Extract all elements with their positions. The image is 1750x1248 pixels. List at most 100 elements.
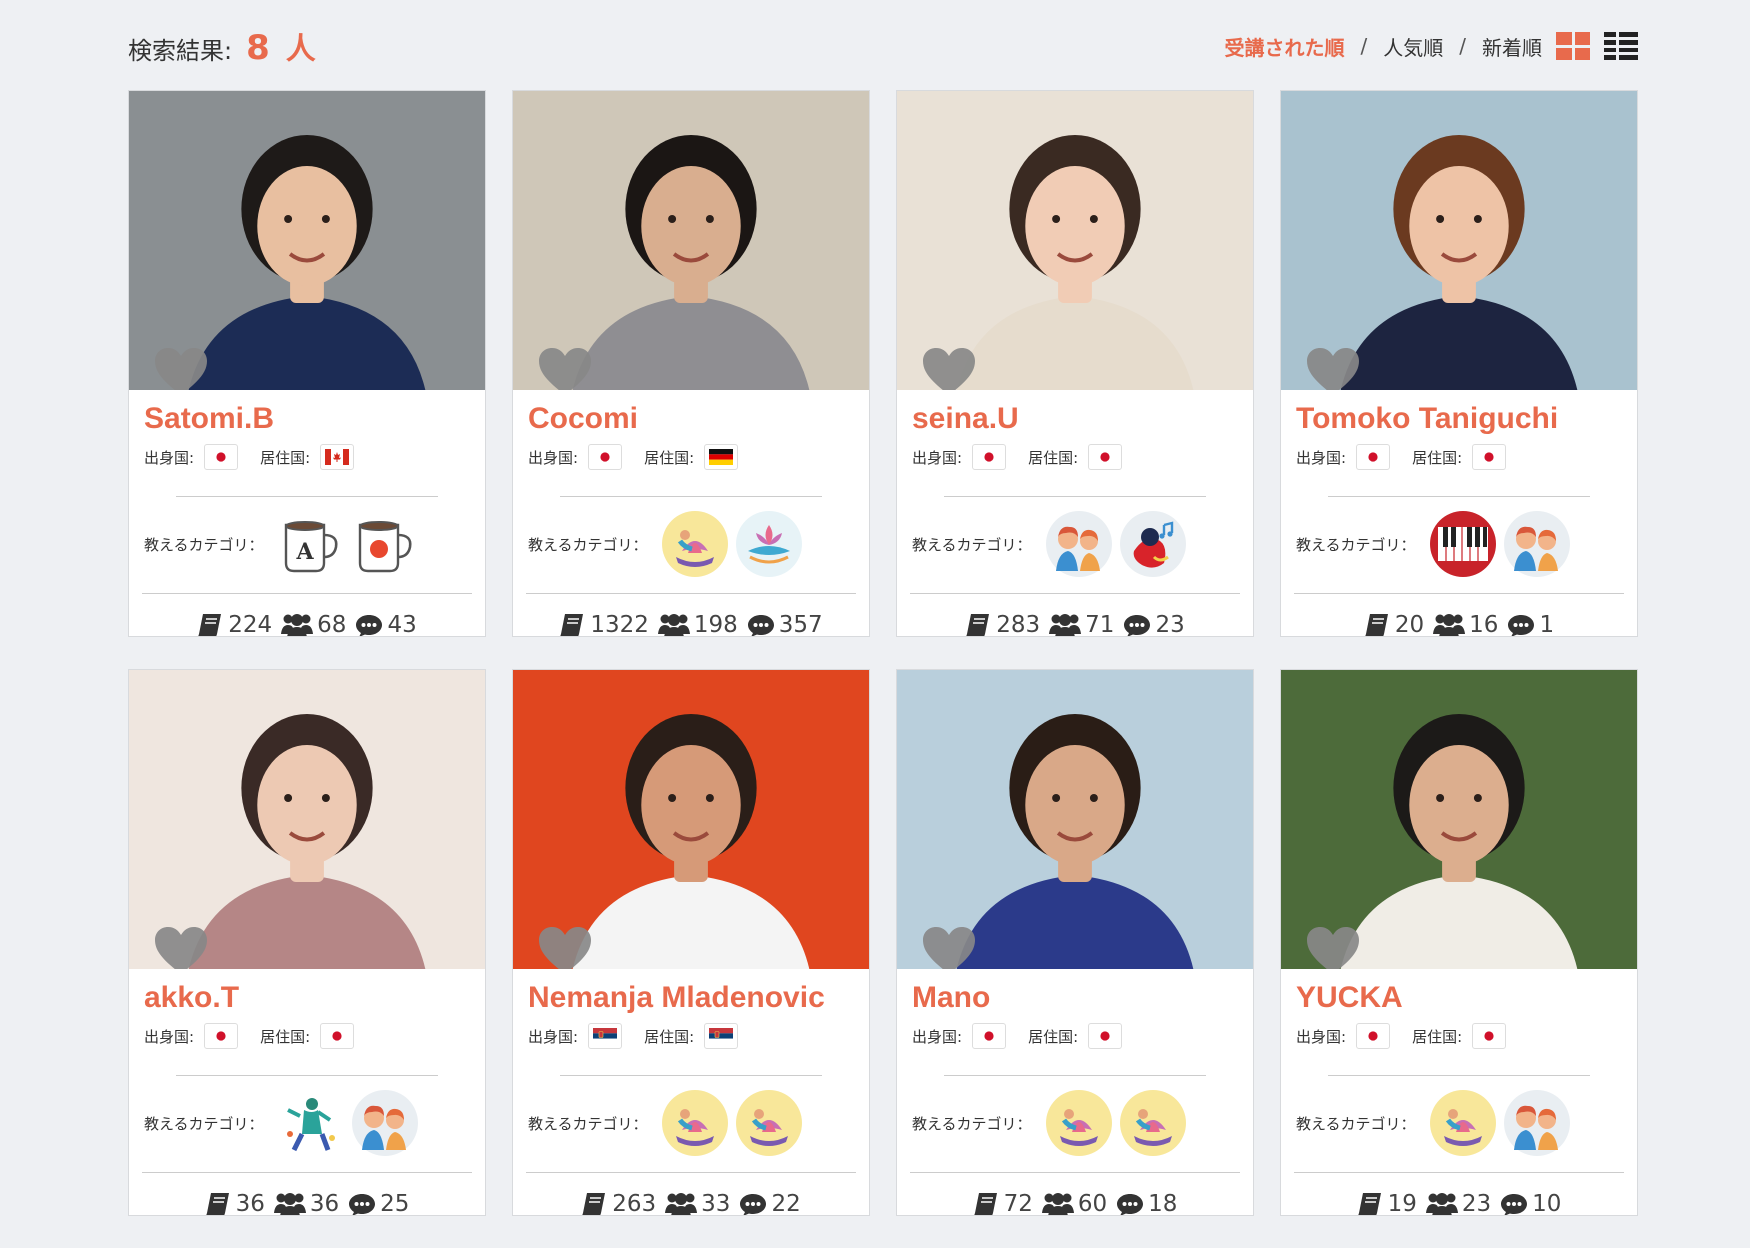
- residence-label: 居住国:: [1028, 448, 1079, 467]
- teacher-name[interactable]: Nemanja Mladenovic: [528, 979, 854, 1017]
- yoga-icon[interactable]: [661, 1090, 728, 1156]
- comment-icon: [747, 615, 774, 636]
- teacher-card[interactable]: Cocomi 出身国: 居住国: 教えるカテゴリ： 1322 198 357: [512, 90, 870, 637]
- origin-label: 出身国:: [1296, 1027, 1347, 1046]
- origin-label: 出身国:: [144, 1027, 195, 1046]
- kids-icon[interactable]: [351, 1090, 418, 1156]
- yoga-icon[interactable]: [1045, 1090, 1112, 1156]
- teacher-name[interactable]: Tomoko Taniguchi: [1296, 400, 1622, 438]
- favorite-heart-icon[interactable]: [1305, 926, 1361, 969]
- teacher-card[interactable]: Tomoko Taniguchi 出身国: 居住国: 教えるカテゴリ： 20 1…: [1280, 90, 1638, 637]
- yoga-icon[interactable]: [1119, 1090, 1186, 1156]
- category-label: 教えるカテゴリ：: [912, 535, 1032, 554]
- teacher-photo[interactable]: [513, 670, 869, 969]
- teacher-photo[interactable]: [513, 91, 869, 390]
- category-label: 教えるカテゴリ：: [144, 535, 264, 554]
- users-icon: [657, 614, 690, 636]
- teacher-name[interactable]: seina.U: [912, 400, 1238, 438]
- teacher-name[interactable]: Cocomi: [528, 400, 854, 438]
- teacher-photo[interactable]: [1281, 91, 1637, 390]
- lessons-count: 224: [228, 612, 273, 637]
- english-cup-icon[interactable]: A: [277, 511, 344, 577]
- country-row: 出身国: 居住国:: [144, 1021, 470, 1051]
- residence-label: 居住国:: [1028, 1027, 1079, 1046]
- book-icon: [205, 1193, 229, 1215]
- kids-icon[interactable]: [1503, 511, 1570, 577]
- piano-icon[interactable]: [1429, 511, 1496, 577]
- residence-label: 居住国:: [260, 1027, 311, 1046]
- sort-popular[interactable]: 人気順: [1383, 32, 1443, 61]
- yoga-icon[interactable]: [1429, 1090, 1496, 1156]
- singing-icon[interactable]: [1119, 511, 1186, 577]
- dance-icon[interactable]: [277, 1090, 344, 1156]
- students-stat: 68: [280, 612, 346, 636]
- teacher-name[interactable]: Satomi.B: [144, 400, 470, 438]
- users-icon: [1049, 614, 1082, 636]
- grid-view-icon[interactable]: [1556, 32, 1590, 60]
- book-icon: [966, 614, 990, 636]
- lessons-count: 20: [1394, 612, 1425, 637]
- book-icon: [198, 614, 222, 636]
- teacher-photo[interactable]: [129, 670, 485, 969]
- category-label: 教えるカテゴリ：: [144, 1114, 264, 1133]
- students-count: 36: [309, 1191, 340, 1216]
- favorite-heart-icon[interactable]: [153, 926, 209, 969]
- teacher-photo[interactable]: [1281, 670, 1637, 969]
- japanese-cup-icon[interactable]: [351, 511, 418, 577]
- teacher-card[interactable]: YUCKA 出身国: 居住国: 教えるカテゴリ： 19 23 10: [1280, 669, 1638, 1216]
- teacher-stats: 20 16 1: [1281, 604, 1637, 637]
- favorite-heart-icon[interactable]: [537, 926, 593, 969]
- users-icon: [281, 614, 314, 636]
- teacher-card[interactable]: Nemanja Mladenovic 出身国: 居住国: 教えるカテゴリ： 26…: [512, 669, 870, 1216]
- sort-newest[interactable]: 新着順: [1482, 32, 1542, 61]
- students-stat: 71: [1048, 612, 1114, 636]
- list-view-icon[interactable]: [1604, 32, 1638, 60]
- canada-flag: [320, 444, 355, 470]
- origin-label: 出身国:: [912, 448, 963, 467]
- teacher-card[interactable]: Mano 出身国: 居住国: 教えるカテゴリ： 72 60 18: [896, 669, 1254, 1216]
- teacher-photo[interactable]: [897, 91, 1253, 390]
- favorite-heart-icon[interactable]: [921, 926, 977, 969]
- users-icon: [665, 1193, 698, 1215]
- yoga-lotus-icon[interactable]: [735, 511, 802, 577]
- users-icon: [1425, 1193, 1458, 1215]
- sort-most-taken[interactable]: 受講された順: [1225, 32, 1345, 61]
- portrait-image: [1281, 91, 1637, 390]
- kids-icon[interactable]: [1045, 511, 1112, 577]
- category-row: 教えるカテゴリ：: [528, 1088, 854, 1158]
- portrait-image: [897, 670, 1253, 969]
- teacher-card[interactable]: Satomi.B 出身国: 居住国: 教えるカテゴリ： A 224 68 43: [128, 90, 486, 637]
- divider: [526, 1172, 856, 1173]
- favorite-heart-icon[interactable]: [537, 347, 593, 390]
- category-row: 教えるカテゴリ：: [912, 1088, 1238, 1158]
- kids-icon[interactable]: [1503, 1090, 1570, 1156]
- result-count: 8: [246, 28, 272, 68]
- students-stat: 198: [657, 612, 738, 636]
- favorite-heart-icon[interactable]: [921, 347, 977, 390]
- teacher-photo[interactable]: [897, 670, 1253, 969]
- country-row: 出身国: 居住国:: [528, 1021, 854, 1051]
- students-stat: 16: [1432, 612, 1498, 636]
- category-row: 教えるカテゴリ：: [528, 509, 854, 579]
- favorite-heart-icon[interactable]: [1305, 347, 1361, 390]
- japan-flag: [320, 1023, 355, 1049]
- teacher-stats: 72 60 18: [897, 1183, 1253, 1216]
- reviews-count: 10: [1532, 1191, 1562, 1216]
- reviews-count: 1: [1539, 612, 1555, 637]
- favorite-heart-icon[interactable]: [153, 347, 209, 390]
- lessons-count: 72: [1003, 1191, 1033, 1216]
- teacher-card[interactable]: akko.T 出身国: 居住国: 教えるカテゴリ： 36 36 25: [128, 669, 486, 1216]
- yoga-icon[interactable]: [661, 511, 728, 577]
- portrait-image: [513, 91, 869, 390]
- teacher-card[interactable]: seina.U 出身国: 居住国: 教えるカテゴリ： 283 71 23: [896, 90, 1254, 637]
- category-label: 教えるカテゴリ：: [528, 1114, 648, 1133]
- teacher-name[interactable]: YUCKA: [1296, 979, 1622, 1017]
- users-icon: [273, 1193, 306, 1215]
- teacher-name[interactable]: akko.T: [144, 979, 470, 1017]
- teacher-photo[interactable]: [129, 91, 485, 390]
- category-row: 教えるカテゴリ：: [144, 1088, 470, 1158]
- yoga-icon[interactable]: [735, 1090, 802, 1156]
- country-row: 出身国: 居住国:: [144, 442, 470, 472]
- result-unit: 人: [285, 32, 316, 67]
- teacher-name[interactable]: Mano: [912, 979, 1238, 1017]
